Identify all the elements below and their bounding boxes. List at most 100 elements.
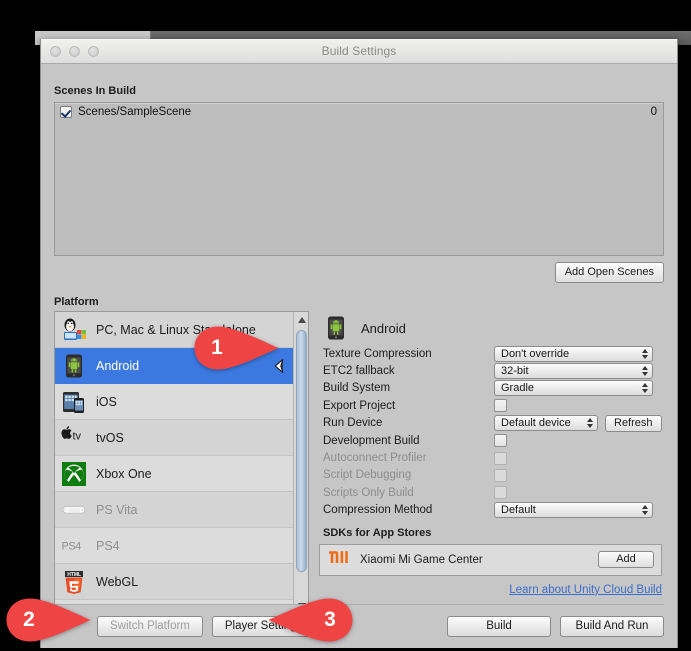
sdk-name-label: Xiaomi Mi Game Center	[360, 553, 483, 566]
xbox-icon	[61, 461, 87, 487]
switch-platform-button[interactable]: Switch Platform	[97, 616, 203, 637]
scenes-in-build-list[interactable]: Scenes/SampleScene 0	[54, 102, 664, 256]
field-label: Run Device	[323, 417, 383, 430]
field-label: Script Debugging	[323, 469, 412, 482]
build-and-run-button[interactable]: Build And Run	[560, 616, 664, 637]
chevron-updown-icon	[642, 348, 648, 359]
platform-list[interactable]: PC, Mac & Linux Standalone Android iOS t…	[54, 311, 309, 614]
field-etc2-fallback: ETC2 fallback 32-bit	[319, 362, 662, 380]
field-label: Autoconnect Profiler	[323, 452, 427, 465]
texture-compression-dropdown[interactable]: Don't override	[494, 345, 653, 362]
platform-label: WebGL	[96, 574, 139, 589]
window-body: Scenes In Build Scenes/SampleScene 0 Add…	[41, 64, 677, 648]
scenes-in-build-heading: Scenes In Build	[54, 85, 136, 97]
field-development-build: Development Build	[319, 432, 662, 449]
footer-left-buttons: Switch Platform Player Settings...	[97, 616, 325, 637]
android-icon	[323, 315, 349, 341]
ps4-icon: PS4	[61, 533, 87, 559]
platform-row-ps-vita[interactable]: PS Vita	[55, 492, 293, 528]
platform-row-ios[interactable]: iOS	[55, 384, 293, 420]
player-settings-button[interactable]: Player Settings...	[211, 616, 325, 637]
compression-method-dropdown[interactable]: Default	[494, 502, 653, 519]
platform-settings-panel: Android Texture Compression Don't overri…	[319, 311, 662, 596]
field-script-debugging: Script Debugging	[319, 467, 662, 484]
scripts-only-build-checkbox	[494, 486, 507, 500]
platform-row-standalone[interactable]: PC, Mac & Linux Standalone	[55, 312, 293, 348]
window-title: Build Settings	[321, 44, 397, 58]
scrollbar-thumb[interactable]	[296, 330, 307, 572]
platform-title-label: Android	[361, 320, 406, 336]
platform-label: Xbox One	[96, 466, 152, 481]
platform-row-ps4[interactable]: PS4 PS4	[55, 528, 293, 564]
field-compression-method: Compression Method Default	[319, 502, 662, 519]
field-autoconnect-profiler: Autoconnect Profiler	[319, 449, 662, 466]
scene-path-label: Scenes/SampleScene	[78, 106, 192, 118]
platform-row-android[interactable]: Android	[55, 348, 293, 384]
unity-logo-icon	[268, 357, 285, 374]
platform-label: PC, Mac & Linux Standalone	[96, 322, 256, 337]
dropdown-value: Gradle	[501, 382, 535, 395]
field-label: ETC2 fallback	[323, 365, 395, 378]
standalone-icon	[61, 317, 87, 343]
svg-text:HTML: HTML	[67, 571, 81, 577]
scene-list-item[interactable]: Scenes/SampleScene 0	[55, 103, 663, 121]
field-label: Compression Method	[323, 504, 433, 517]
webgl-icon: HTML	[61, 569, 87, 595]
platform-label: PS Vita	[96, 502, 138, 517]
chevron-updown-icon	[587, 418, 593, 429]
chevron-updown-icon	[642, 383, 648, 394]
platform-label: Android	[96, 358, 140, 373]
field-build-system: Build System Gradle	[319, 380, 662, 397]
svg-text:tv: tv	[73, 430, 82, 442]
export-project-checkbox[interactable]	[494, 399, 507, 413]
field-texture-compression: Texture Compression Don't override	[319, 345, 662, 362]
scene-index-label: 0	[650, 106, 657, 118]
build-system-dropdown[interactable]: Gradle	[494, 380, 653, 397]
dropdown-value: 32-bit	[501, 365, 529, 378]
sdk-add-button[interactable]: Add	[598, 551, 654, 569]
tvos-icon: tv	[61, 425, 87, 451]
sdks-for-app-stores-heading: SDKs for App Stores	[323, 526, 432, 539]
platform-row-tvos[interactable]: tv tvOS	[55, 420, 293, 456]
build-settings-window: Build Settings Scenes In Build Scenes/Sa…	[40, 39, 678, 648]
scroll-up-arrow-icon[interactable]	[294, 312, 308, 327]
ios-icon	[61, 389, 87, 415]
platform-row-webgl[interactable]: HTML WebGL	[55, 564, 293, 600]
field-scripts-only-build: Scripts Only Build	[319, 484, 662, 501]
psvita-icon	[61, 497, 87, 523]
field-export-project: Export Project	[319, 397, 662, 414]
footer-right-buttons: Build Build And Run	[447, 616, 664, 637]
run-device-dropdown[interactable]: Default device	[494, 415, 598, 432]
chevron-updown-icon	[642, 366, 648, 377]
script-debugging-checkbox	[494, 468, 507, 482]
window-titlebar: Build Settings	[41, 39, 677, 64]
unity-cloud-build-link[interactable]: Learn about Unity Cloud Build	[319, 584, 662, 596]
selected-platform-title: Android	[319, 311, 662, 345]
platform-label: PS4	[96, 538, 120, 553]
etc2-fallback-dropdown[interactable]: 32-bit	[494, 363, 653, 380]
scene-enabled-checkbox[interactable]	[60, 106, 72, 118]
chevron-updown-icon	[642, 505, 648, 516]
field-run-device: Run Device Default device Refresh	[319, 414, 662, 432]
field-label: Build System	[323, 382, 391, 395]
build-button[interactable]: Build	[447, 616, 551, 637]
sdk-entry-row: Xiaomi Mi Game Center Add	[319, 543, 662, 576]
platform-label: iOS	[96, 394, 117, 409]
add-open-scenes-button[interactable]: Add Open Scenes	[554, 262, 664, 283]
window-footer: Switch Platform Player Settings... Build…	[41, 604, 677, 648]
platform-list-scrollbar[interactable]	[293, 312, 308, 613]
field-label: Development Build	[323, 434, 420, 447]
refresh-devices-button[interactable]: Refresh	[605, 414, 662, 432]
development-build-checkbox[interactable]	[494, 434, 507, 448]
svg-text:PS4: PS4	[62, 540, 82, 552]
platform-label: tvOS	[96, 430, 124, 445]
field-label: Texture Compression	[323, 347, 432, 360]
footer-divider	[54, 604, 664, 605]
xiaomi-mi-icon	[328, 548, 350, 571]
dropdown-value: Default	[501, 504, 536, 517]
android-icon	[61, 353, 87, 379]
field-label: Scripts Only Build	[323, 486, 414, 499]
platform-row-xbox-one[interactable]: Xbox One	[55, 456, 293, 492]
dropdown-value: Default device	[501, 417, 571, 430]
platform-rows: PC, Mac & Linux Standalone Android iOS t…	[55, 312, 293, 613]
